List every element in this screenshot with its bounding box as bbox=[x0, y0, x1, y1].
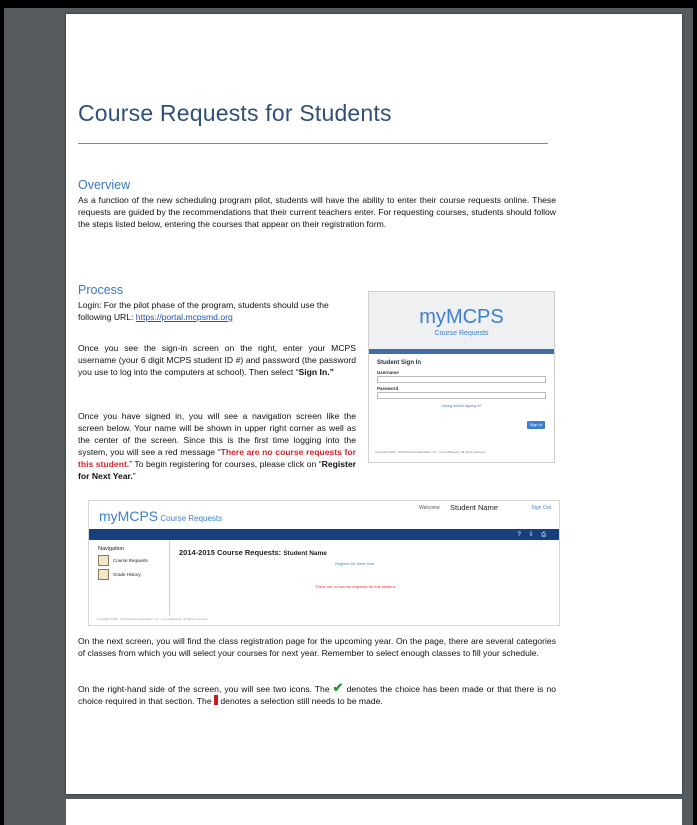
page-title: Course Requests for Students bbox=[78, 100, 392, 126]
mymcps-logo: myMCPS bbox=[419, 306, 504, 328]
trouble-link: Having trouble signing in? bbox=[441, 404, 482, 408]
icons-paragraph: On the right-hand side of the screen, yo… bbox=[78, 680, 556, 707]
signin-form: Student Sign In Username Password Having… bbox=[369, 354, 554, 414]
toolbar-icons: ? ⇩ ⎙ bbox=[517, 532, 549, 538]
course-requests-icon bbox=[98, 555, 109, 566]
nav-text-2: ” To begin registering for courses, plea… bbox=[129, 459, 322, 469]
next-screen-paragraph: On the next screen, you will find the cl… bbox=[78, 636, 556, 658]
title-rule bbox=[78, 143, 548, 144]
nav-heading: Navigation bbox=[98, 546, 124, 552]
no-requests-text: There are no course requests for this st… bbox=[315, 584, 396, 589]
signin-paragraph: Once you see the sign-in screen on the r… bbox=[78, 342, 356, 378]
nav-copyright: Copyright 2005 - 2013 Pearson Education,… bbox=[97, 617, 208, 621]
icons-text-1: On the right-hand side of the screen, yo… bbox=[78, 684, 333, 694]
nav-band: ? ⇩ ⎙ bbox=[89, 529, 559, 540]
nav-logo: myMCPS Course Requests bbox=[99, 508, 223, 524]
nav-text-3: ” bbox=[132, 471, 136, 481]
signin-button: Sign In bbox=[527, 421, 545, 429]
navigation-screenshot: myMCPS Course Requests Welcome Student N… bbox=[88, 500, 560, 626]
overview-heading: Overview bbox=[78, 178, 131, 192]
icons-text-3: denotes a selection still needs to be ma… bbox=[218, 696, 383, 706]
nav-item-course-requests: Course Requests bbox=[98, 555, 169, 566]
username-field bbox=[377, 376, 546, 383]
register-link: Register for Next Year bbox=[335, 561, 375, 566]
signin-header: myMCPS Course Requests bbox=[369, 292, 554, 349]
login-paragraph: Login: For the pilot phase of the progra… bbox=[78, 299, 356, 323]
password-label: Password bbox=[377, 386, 399, 391]
pdf-viewer[interactable]: Course Requests for Students Overview As… bbox=[4, 8, 693, 825]
password-field bbox=[377, 392, 546, 399]
signin-subtitle: Course Requests bbox=[434, 330, 489, 337]
next-document-page bbox=[66, 799, 682, 825]
sign-out-link: Sign Out bbox=[531, 505, 551, 511]
grade-history-icon bbox=[98, 569, 109, 580]
signin-screenshot: myMCPS Course Requests Student Sign In U… bbox=[368, 291, 555, 463]
navigation-paragraph: Once you have signed in, you will see a … bbox=[78, 410, 356, 482]
checkmark-icon: ✔ bbox=[332, 680, 344, 695]
signin-bold: Sign In.” bbox=[298, 367, 334, 377]
nav-header: myMCPS Course Requests Welcome Student N… bbox=[89, 501, 559, 529]
welcome-label: Welcome bbox=[419, 505, 440, 511]
process-heading: Process bbox=[78, 283, 124, 297]
header-student-name: Student Name bbox=[450, 503, 498, 512]
signin-copyright: Copyright 2005 - 2013 Pearson Education,… bbox=[375, 450, 486, 454]
username-label: Username bbox=[377, 370, 399, 375]
nav-item-grade-history: Grade History bbox=[98, 569, 169, 580]
portal-url-link[interactable]: https://portal.mcpsmd.org bbox=[136, 312, 233, 322]
overview-paragraph: As a function of the new scheduling prog… bbox=[78, 195, 556, 229]
signin-form-heading: Student Sign In bbox=[377, 360, 421, 366]
nav-sidebar: Navigation Course Requests Grade History bbox=[89, 540, 170, 615]
main-heading: 2014-2015 Course Requests: Student Name bbox=[179, 548, 327, 557]
